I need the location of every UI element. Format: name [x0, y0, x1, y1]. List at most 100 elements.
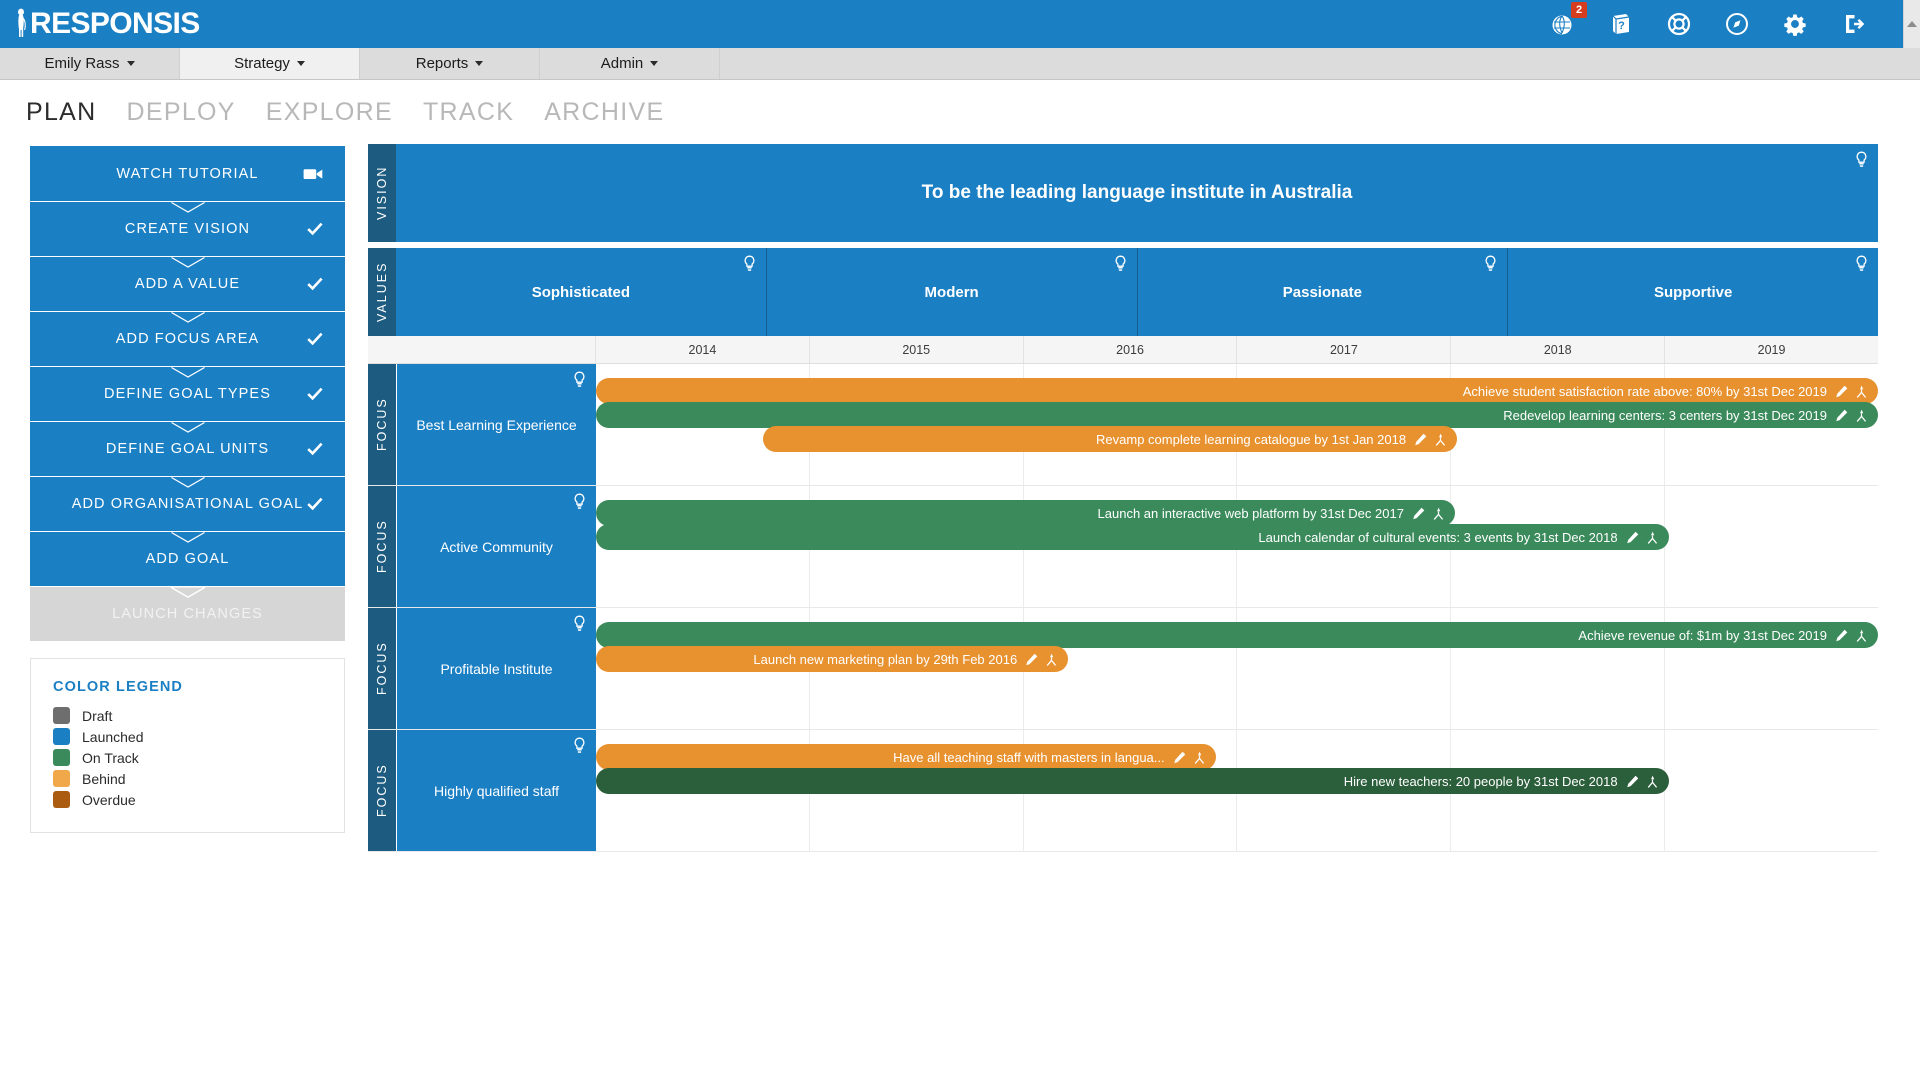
main-menu-bar: Emily Rass Strategy Reports Admin [0, 48, 1920, 80]
menu-tab-reports[interactable]: Reports [360, 48, 540, 79]
menu-tab-strategy[interactable]: Strategy [180, 48, 360, 79]
handbook-icon[interactable]: ? [1606, 9, 1636, 39]
settings-gear-icon[interactable] [1780, 9, 1810, 39]
goal-bar[interactable]: Launch an interactive web platform by 31… [596, 500, 1455, 526]
wizard-step-define-goal-types[interactable]: DEFINE GOAL TYPES [30, 366, 345, 421]
timeline-header-spacer [368, 336, 396, 363]
legend-item: Launched [53, 726, 322, 747]
wizard-step-connector [171, 422, 205, 433]
wizard-step-add-organisational-goal[interactable]: ADD ORGANISATIONAL GOAL [30, 476, 345, 531]
wizard-step-label: DEFINE GOAL TYPES [104, 386, 271, 402]
cascade-icon[interactable] [1646, 531, 1659, 544]
scroll-up-arrow[interactable] [1903, 0, 1920, 48]
cascade-icon[interactable] [1855, 385, 1868, 398]
focus-row-label: FOCUS [368, 730, 396, 851]
value-cell[interactable]: Modern [766, 248, 1137, 336]
wizard-step-label: DEFINE GOAL UNITS [106, 441, 269, 457]
edit-pencil-icon[interactable] [1626, 531, 1639, 544]
focus-area-name-cell[interactable]: Active Community [396, 486, 596, 607]
legend-item-label: Draft [82, 708, 112, 724]
goal-bar[interactable]: Revamp complete learning catalogue by 1s… [763, 426, 1457, 452]
cascade-icon[interactable] [1432, 507, 1445, 520]
edit-pencil-icon[interactable] [1173, 751, 1186, 764]
wizard-step-add-focus-area[interactable]: ADD FOCUS AREA [30, 311, 345, 366]
cascade-icon[interactable] [1646, 775, 1659, 788]
wizard-step-add-a-value[interactable]: ADD A VALUE [30, 256, 345, 311]
svg-text:?: ? [1618, 20, 1625, 32]
wizard-step-create-vision[interactable]: CREATE VISION [30, 201, 345, 256]
timeline-year-cell: 2016 [1023, 336, 1237, 363]
edit-pencil-icon[interactable] [1414, 433, 1427, 446]
focus-area-name-cell[interactable]: Highly qualified staff [396, 730, 596, 851]
check-icon [307, 497, 323, 511]
goal-bar-label: Launch new marketing plan by 29th Feb 20… [753, 652, 1017, 667]
value-cell[interactable]: Supportive [1507, 248, 1878, 336]
edit-pencil-icon[interactable] [1025, 653, 1038, 666]
legend-item-label: Behind [82, 771, 126, 787]
stage-track[interactable]: TRACK [423, 98, 514, 127]
lightbulb-icon[interactable] [573, 371, 586, 389]
stage-archive[interactable]: ARCHIVE [544, 98, 664, 127]
focus-area-timeline: Launch an interactive web platform by 31… [596, 486, 1878, 607]
lightbulb-icon[interactable] [1855, 151, 1868, 169]
goal-bar[interactable]: Achieve revenue of: $1m by 31st Dec 2019 [596, 622, 1878, 648]
menu-tab-user[interactable]: Emily Rass [0, 48, 180, 79]
value-label: Modern [925, 284, 979, 301]
vision-cell[interactable]: To be the leading language institute in … [396, 144, 1878, 242]
cascade-icon[interactable] [1045, 653, 1058, 666]
goal-bar-actions [1835, 385, 1868, 398]
wizard-step-label: ADD A VALUE [135, 276, 240, 292]
wizard-step-watch-tutorial[interactable]: WATCH TUTORIAL [30, 146, 345, 201]
wizard-step-add-goal[interactable]: ADD GOAL [30, 531, 345, 586]
goal-bar[interactable]: Launch new marketing plan by 29th Feb 20… [596, 646, 1068, 672]
goal-bar-label: Have all teaching staff with masters in … [893, 750, 1164, 765]
timeline-year-cell: 2019 [1664, 336, 1878, 363]
edit-pencil-icon[interactable] [1412, 507, 1425, 520]
lightbulb-icon[interactable] [1855, 255, 1868, 273]
focus-row-label: FOCUS [368, 364, 396, 485]
lightbulb-icon[interactable] [1114, 255, 1127, 273]
cascade-icon[interactable] [1855, 629, 1868, 642]
edit-pencil-icon[interactable] [1626, 775, 1639, 788]
brand-logo[interactable]: RESPONSIS [0, 8, 200, 40]
goal-bar-label: Redevelop learning centers: 3 centers by… [1503, 408, 1827, 423]
value-label: Sophisticated [532, 284, 630, 301]
lightbulb-icon[interactable] [1484, 255, 1497, 273]
legend-swatch [53, 707, 70, 724]
stage-deploy[interactable]: DEPLOY [127, 98, 236, 127]
cascade-icon[interactable] [1855, 409, 1868, 422]
lightbulb-icon[interactable] [573, 493, 586, 511]
legend-item-label: Overdue [82, 792, 136, 808]
edit-pencil-icon[interactable] [1835, 385, 1848, 398]
edit-pencil-icon[interactable] [1835, 629, 1848, 642]
goal-bar[interactable]: Achieve student satisfaction rate above:… [596, 378, 1878, 404]
edit-pencil-icon[interactable] [1835, 409, 1848, 422]
goal-bar[interactable]: Hire new teachers: 20 people by 31st Dec… [596, 768, 1669, 794]
compass-icon[interactable] [1722, 9, 1752, 39]
logout-icon[interactable] [1838, 9, 1868, 39]
timeline-year-cell: 2014 [596, 336, 809, 363]
wizard-step-define-goal-units[interactable]: DEFINE GOAL UNITS [30, 421, 345, 476]
stage-explore[interactable]: EXPLORE [266, 98, 393, 127]
goal-bar[interactable]: Redevelop learning centers: 3 centers by… [596, 402, 1878, 428]
value-cell[interactable]: Sophisticated [396, 248, 766, 336]
stage-plan[interactable]: PLAN [26, 98, 97, 127]
legend-item: Draft [53, 705, 322, 726]
goal-bar[interactable]: Launch calendar of cultural events: 3 ev… [596, 524, 1669, 550]
values-row-label: VALUES [368, 248, 396, 336]
lightbulb-icon[interactable] [573, 615, 586, 633]
focus-area-name-cell[interactable]: Best Learning Experience [396, 364, 596, 485]
lightbulb-icon[interactable] [743, 255, 756, 273]
chevron-down-icon [475, 61, 483, 66]
cascade-icon[interactable] [1434, 433, 1447, 446]
goal-bar[interactable]: Have all teaching staff with masters in … [596, 744, 1216, 770]
value-cell[interactable]: Passionate [1137, 248, 1508, 336]
menu-tab-admin[interactable]: Admin [540, 48, 720, 79]
notifications-globe-icon[interactable]: 2 [1548, 9, 1578, 39]
focus-area-name-cell[interactable]: Profitable Institute [396, 608, 596, 729]
goal-bar-label: Achieve student satisfaction rate above:… [1463, 384, 1827, 399]
support-lifebuoy-icon[interactable] [1664, 9, 1694, 39]
cascade-icon[interactable] [1193, 751, 1206, 764]
lightbulb-icon[interactable] [573, 737, 586, 755]
wizard-step-launch-changes[interactable]: LAUNCH CHANGES [30, 586, 345, 641]
